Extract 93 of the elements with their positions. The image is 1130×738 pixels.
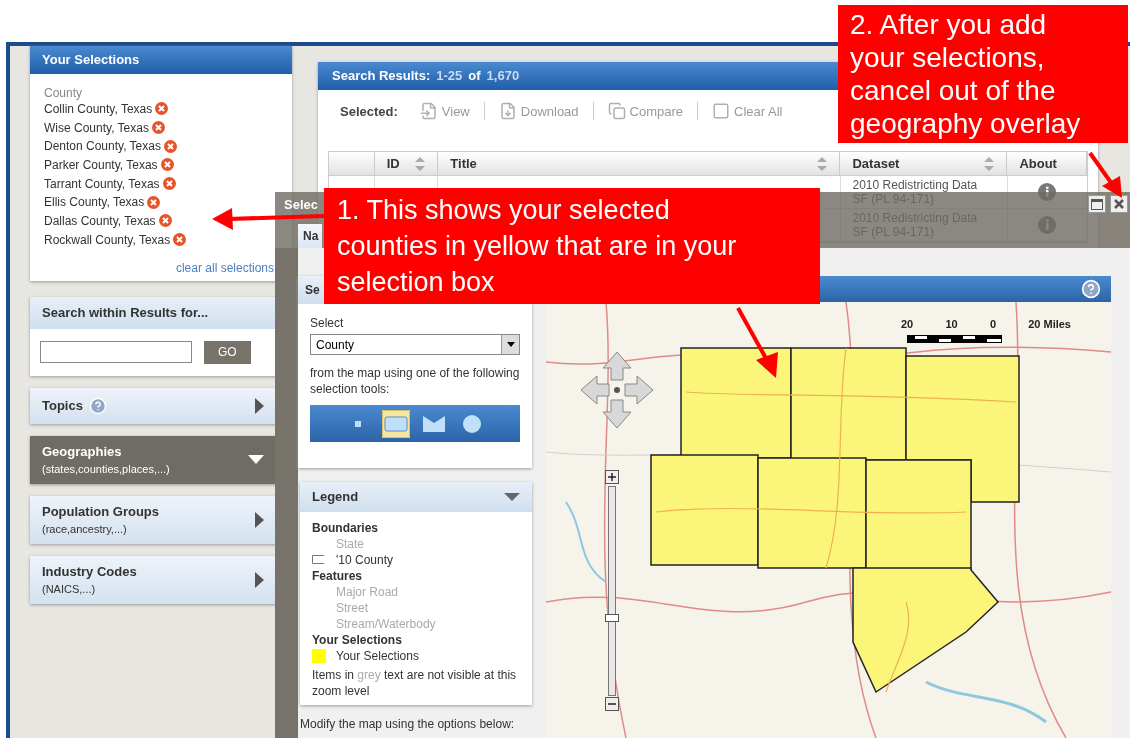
section-subtitle: (race,ancestry,...) bbox=[42, 522, 128, 537]
scale-label: 20 bbox=[901, 317, 914, 332]
modify-text: Modify the map using the options below: bbox=[300, 715, 516, 733]
sort-icon[interactable] bbox=[415, 156, 426, 171]
remove-icon[interactable] bbox=[147, 195, 161, 209]
search-field[interactable] bbox=[40, 341, 192, 363]
remove-icon[interactable] bbox=[158, 214, 172, 228]
legend-item: '10 County bbox=[336, 551, 393, 569]
help-icon[interactable] bbox=[88, 396, 107, 415]
results-range: 1-25 bbox=[436, 67, 463, 85]
scale-label: 0 bbox=[989, 317, 996, 332]
section-subtitle: (NAICS,...) bbox=[42, 582, 97, 597]
select-label: Select bbox=[310, 315, 345, 332]
selected-county: Rockwall County, Texas bbox=[44, 231, 171, 249]
legend-item: State bbox=[336, 535, 365, 553]
window-icon bbox=[1091, 198, 1103, 210]
results-label: Search Results: bbox=[332, 67, 431, 85]
selected-county: Collin County, Texas bbox=[44, 100, 153, 118]
selected-county: Ellis County, Texas bbox=[44, 194, 145, 212]
close-button[interactable] bbox=[1110, 195, 1128, 213]
outline-swatch bbox=[312, 555, 324, 564]
caret-icon bbox=[255, 511, 264, 528]
scale-label: 10 bbox=[945, 317, 958, 332]
maximize-button[interactable] bbox=[1088, 195, 1106, 213]
section-title: Geographies bbox=[42, 442, 122, 461]
annotation-arrow bbox=[736, 307, 778, 378]
help-icon[interactable] bbox=[1081, 279, 1101, 299]
results-total: 1,670 bbox=[486, 67, 520, 85]
selected-county: Wise County, Texas bbox=[44, 119, 149, 137]
sort-icon[interactable] bbox=[817, 156, 828, 171]
selected-label: Selected: bbox=[340, 102, 398, 121]
go-button[interactable]: GO bbox=[204, 340, 251, 364]
legend-item: Your Selections bbox=[336, 647, 419, 665]
zoom-thumb[interactable] bbox=[605, 614, 619, 623]
legend-heading: Your Selections bbox=[312, 631, 403, 648]
remove-icon[interactable] bbox=[160, 158, 174, 172]
sort-icon[interactable] bbox=[984, 156, 995, 171]
annotation-callout: 2. After you add your selections, cancel out of the geography overlay bbox=[838, 5, 1128, 143]
remove-icon[interactable] bbox=[173, 233, 187, 247]
caret-icon bbox=[248, 455, 264, 464]
selected-county: Dallas County, Texas bbox=[44, 212, 156, 230]
legend-note: Items in grey text are not visible at this zoom level bbox=[312, 666, 518, 699]
remove-icon[interactable] bbox=[151, 121, 165, 135]
column-header: About bbox=[1007, 152, 1087, 175]
remove-icon[interactable] bbox=[163, 139, 177, 153]
download-icon bbox=[498, 102, 517, 121]
legend-item: Stream/Waterbody bbox=[336, 615, 436, 633]
legend-heading: Features bbox=[312, 567, 364, 584]
selection-tool[interactable] bbox=[382, 409, 410, 438]
rectangle-tool-icon bbox=[384, 415, 408, 432]
annotation-callout: 1. This shows your selected counties in yellow that are in your selection box bbox=[324, 188, 820, 304]
legend-item: Major Road bbox=[336, 583, 399, 601]
legend-header[interactable]: Legend bbox=[300, 482, 532, 512]
zoom-in-icon[interactable] bbox=[605, 470, 619, 484]
zoom-track[interactable] bbox=[608, 486, 616, 696]
section-subtitle: (states,counties,places,...) bbox=[42, 462, 170, 477]
legend-item: Street bbox=[336, 599, 368, 617]
geography-dropdown[interactable]: County bbox=[310, 334, 520, 355]
selected-county: Denton County, Texas bbox=[44, 138, 161, 156]
column-header[interactable]: Title bbox=[438, 152, 841, 175]
column-header[interactable]: ID bbox=[374, 152, 439, 175]
caret-icon bbox=[255, 571, 264, 588]
point-tool-icon bbox=[355, 420, 361, 427]
category-label: County bbox=[44, 85, 84, 100]
pan-control-icon[interactable] bbox=[579, 350, 655, 430]
document-arrow-icon bbox=[419, 102, 438, 121]
section-title: Population Groups bbox=[42, 502, 159, 521]
instructions-text: from the map using one of the following selection tools: bbox=[310, 365, 520, 397]
selected-county: Parker County, Texas bbox=[44, 156, 158, 174]
close-icon bbox=[1114, 199, 1124, 209]
remove-icon[interactable] bbox=[155, 102, 169, 116]
caret-icon bbox=[255, 397, 264, 414]
copy-icon bbox=[607, 102, 626, 121]
legend-heading: Boundaries bbox=[312, 519, 379, 536]
selected-county: Tarrant County, Texas bbox=[44, 175, 160, 193]
fill-swatch bbox=[312, 648, 326, 663]
results-of: of bbox=[468, 67, 481, 85]
panel-title: Your Selections bbox=[30, 46, 292, 74]
caret-icon bbox=[504, 492, 520, 501]
section-title: Topics bbox=[42, 396, 83, 415]
dialog-title: Selec bbox=[284, 196, 318, 214]
circle-tool-icon bbox=[462, 413, 482, 434]
zoom-out-icon[interactable] bbox=[605, 697, 619, 711]
dropdown-arrow-icon bbox=[506, 342, 515, 347]
tab[interactable]: Na bbox=[298, 224, 322, 248]
remove-icon[interactable] bbox=[162, 177, 176, 191]
column-header[interactable]: Dataset bbox=[840, 152, 1008, 175]
annotation-arrow bbox=[1088, 151, 1122, 198]
clear-all-link[interactable]: clear all selections bbox=[175, 259, 274, 277]
scale-label: 20 Miles bbox=[1028, 317, 1071, 332]
square-icon bbox=[712, 102, 731, 121]
section-title: Industry Codes bbox=[42, 562, 137, 581]
polygon-tool-icon bbox=[423, 415, 445, 432]
